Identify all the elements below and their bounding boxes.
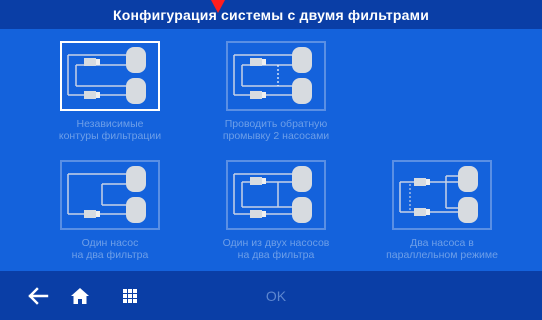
bottom-toolbar: OK [0, 271, 542, 320]
option-thumbnail [60, 41, 160, 111]
diagram-independent-icon [67, 47, 146, 104]
option-thumbnail [392, 160, 492, 230]
option-caption: Один насос на два фильтра [71, 237, 149, 261]
diagram-backwash-icon [233, 47, 312, 104]
diagram-one-of-two-icon [233, 166, 312, 223]
grid-menu-icon [123, 288, 137, 303]
menu-grid-button[interactable] [114, 271, 146, 320]
title-bar: Конфигурация системы с двумя фильтрами [0, 0, 542, 29]
back-arrow-icon [28, 286, 49, 305]
option-caption: Независимые контуры фильтрации [58, 118, 162, 142]
back-button[interactable] [20, 271, 56, 320]
option-thumbnail [226, 160, 326, 230]
option-caption: Проводить обратную промывку 2 насосами [222, 118, 330, 142]
option-caption: Один из двух насосов на два фильтра [222, 237, 330, 261]
diagram-parallel-icon [399, 166, 478, 223]
option-caption: Два насоса в параллельном режиме [386, 237, 498, 261]
option-thumbnail [60, 160, 160, 230]
diagram-one-pump-icon [67, 166, 146, 223]
ok-button[interactable]: OK [256, 271, 296, 320]
option-thumbnail [226, 41, 326, 111]
home-button[interactable] [62, 271, 98, 320]
alarm-indicator-icon[interactable] [211, 0, 225, 13]
home-icon [71, 287, 89, 304]
page-title: Конфигурация системы с двумя фильтрами [112, 6, 429, 23]
